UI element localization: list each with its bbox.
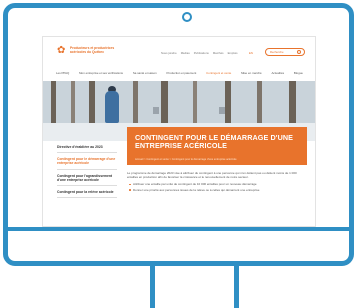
nav-item[interactable]: Sa santé et saison [133, 71, 157, 75]
nav-item[interactable]: Mise en marché [241, 71, 262, 75]
search-placeholder: Recherche [270, 50, 284, 54]
webcam-icon [182, 12, 192, 22]
search-icon[interactable] [297, 50, 301, 54]
sidebar-item[interactable]: Contingent pour l'agrandissement d'une e… [57, 174, 117, 187]
intro-paragraph: Le programme de démarrage 2023 vise à at… [127, 171, 297, 179]
sidebar-item[interactable]: Contingent pour la relève acéricole [57, 190, 117, 199]
page-title: Contingent pour le démarrage d'une entre… [135, 133, 294, 150]
sap-bucket [153, 107, 159, 114]
sidebar-item-active[interactable]: Contingent pour le démarrage d'une entre… [57, 157, 117, 170]
search-input[interactable]: Recherche [265, 48, 305, 56]
language-switch[interactable]: EN [249, 51, 253, 55]
sidebar: Directive d'érablière au 2023 Contingent… [57, 145, 117, 202]
nav-item-active[interactable]: Contingent et vente [206, 71, 231, 75]
title-banner: Contingent pour le démarrage d'une entre… [127, 127, 307, 165]
site-header: ✿ Producteurs et productrices acéricoles… [43, 37, 315, 67]
monitor-stand-leg [150, 266, 155, 308]
nav-item[interactable]: Actualités [272, 71, 285, 75]
sap-bucket [219, 107, 225, 114]
utility-link[interactable]: Nous joindre [161, 51, 177, 55]
utility-link[interactable]: Emplois [228, 51, 238, 55]
list-item: Attribuer une entaille par unité de cont… [127, 182, 303, 186]
breadcrumb[interactable]: Accueil > Contingent et vente > Continge… [135, 158, 237, 161]
maple-leaf-icon: ✿ [57, 45, 66, 56]
person-collecting-sap [105, 91, 119, 123]
website-screenshot: ✿ Producteurs et productrices acéricoles… [42, 36, 316, 227]
sidebar-item[interactable]: Directive d'érablière au 2023 [57, 145, 117, 154]
utility-links: Nous joindre Médias Publications Marchés… [161, 51, 238, 55]
monitor-stand-leg [234, 266, 239, 308]
page-body: Le programme de démarrage 2023 vise à at… [127, 171, 303, 193]
nav-item[interactable]: Production et paiement [167, 71, 197, 75]
monitor-chin-divider [8, 227, 349, 231]
site-logo[interactable]: Producteurs et productrices acéricoles d… [70, 46, 130, 54]
utility-link[interactable]: Publications [194, 51, 209, 55]
utility-link[interactable]: Marchés [213, 51, 224, 55]
nav-item[interactable]: Mon entreprise et ses vérifications [79, 71, 123, 75]
nav-item[interactable]: Les PPAQ [56, 71, 69, 75]
nav-item[interactable]: Blogue [294, 71, 303, 75]
utility-link[interactable]: Médias [181, 51, 190, 55]
main-nav: Les PPAQ Mon entreprise et ses vérificat… [43, 69, 315, 77]
list-item: Donner une priorité aux personnes issues… [127, 188, 303, 192]
